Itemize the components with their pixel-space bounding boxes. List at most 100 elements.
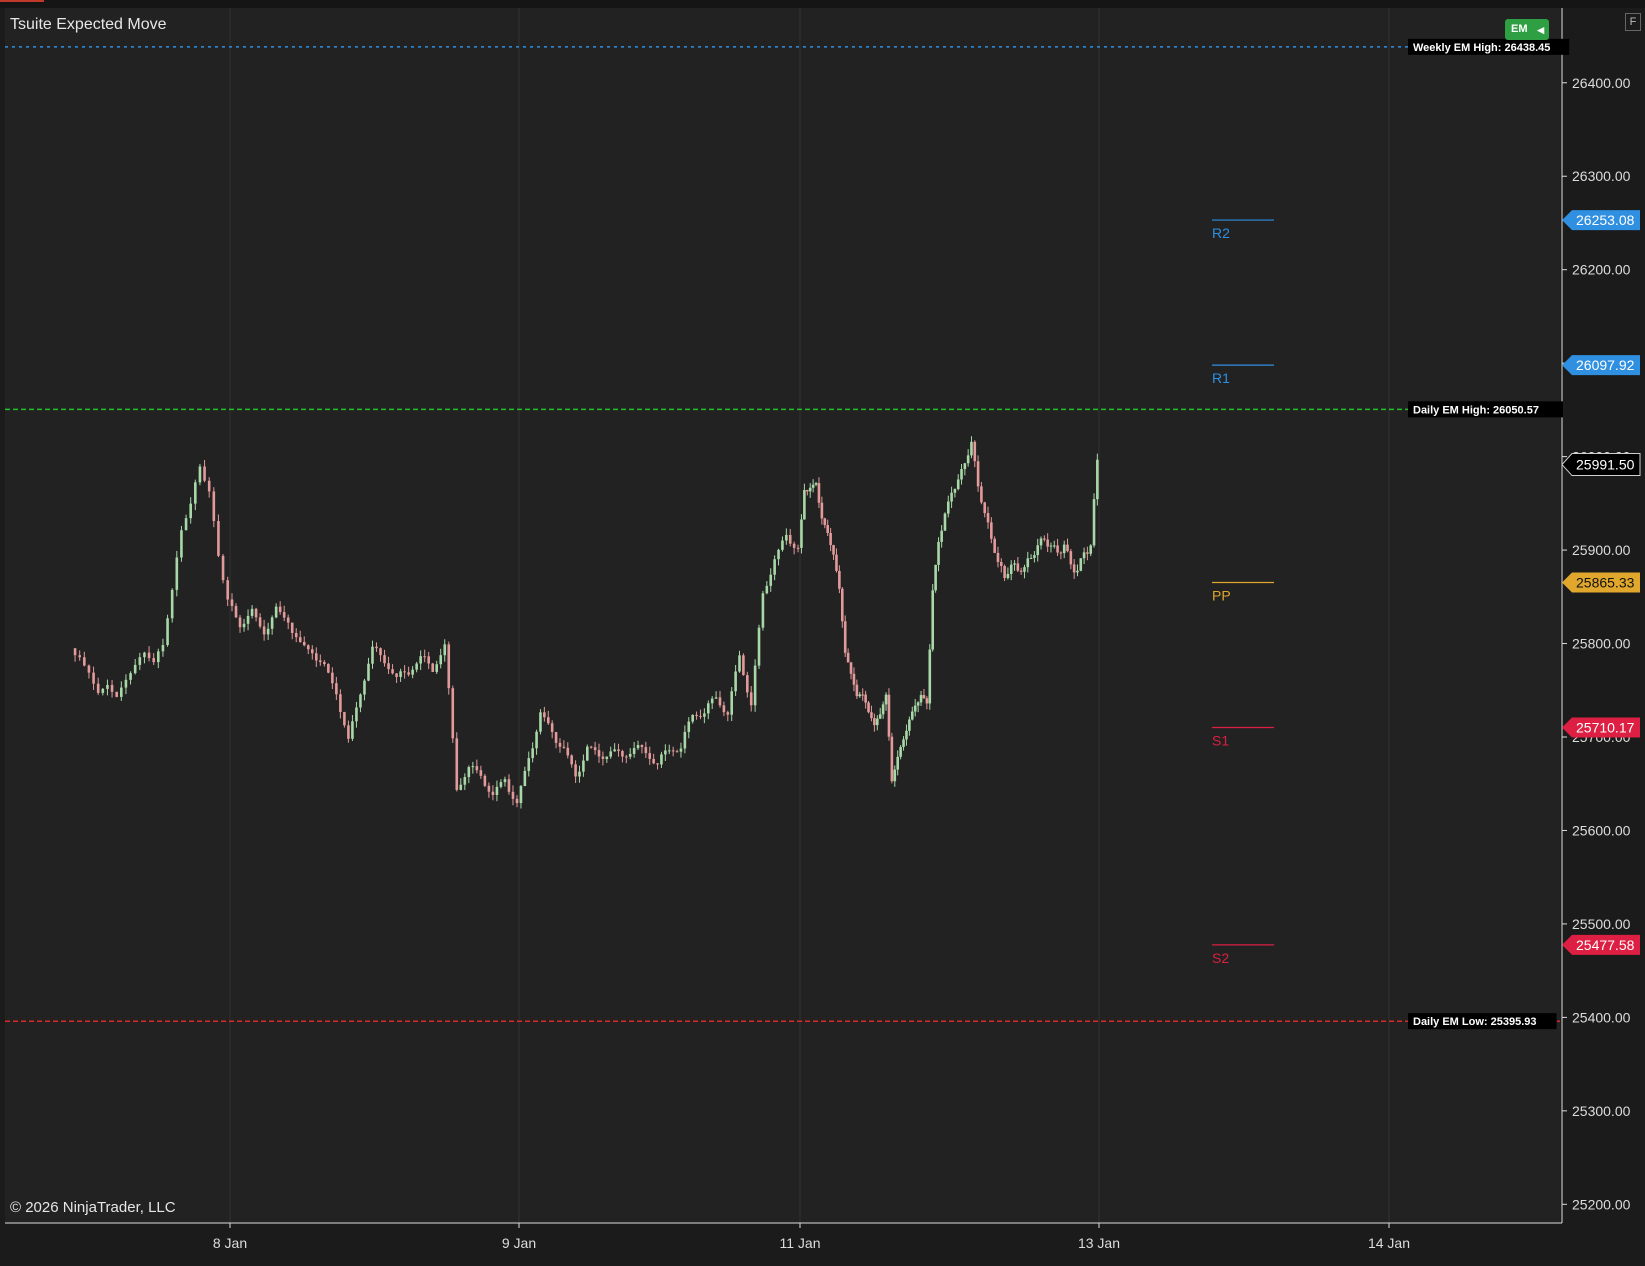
- pivot-price-tag-label: 26253.08: [1576, 212, 1635, 228]
- candle-body: [734, 671, 737, 692]
- candle-body: [250, 608, 254, 616]
- candle-body: [314, 653, 318, 661]
- y-tick-label: 25400.00: [1572, 1009, 1631, 1025]
- candle-body: [1023, 567, 1026, 572]
- candle-body: [562, 746, 566, 748]
- candle-body: [667, 750, 671, 752]
- candle-body: [986, 513, 990, 523]
- candle-body: [124, 679, 128, 688]
- candle-body: [1072, 564, 1076, 573]
- candle-body: [363, 680, 366, 695]
- candle-body: [805, 490, 809, 492]
- candle-body: [908, 719, 911, 731]
- panel-menu-button[interactable]: F: [1625, 13, 1641, 31]
- candle-body: [73, 648, 77, 656]
- candle-body: [92, 672, 95, 684]
- candle-body: [511, 791, 515, 799]
- candle-body: [706, 703, 710, 714]
- candle-body: [855, 684, 859, 697]
- candle-body: [753, 665, 757, 706]
- candle-body: [916, 702, 920, 706]
- candle-body: [415, 663, 418, 670]
- candle-body: [539, 712, 542, 732]
- candle-body: [1026, 558, 1030, 568]
- candle-body: [896, 756, 900, 770]
- candle-body: [1082, 552, 1086, 559]
- candle-body: [589, 746, 593, 748]
- candle-body: [234, 606, 238, 618]
- candle-body: [335, 683, 338, 695]
- candle-body: [881, 704, 885, 715]
- candle-body: [527, 758, 531, 771]
- candle-body: [230, 599, 234, 607]
- candle-body: [1086, 552, 1089, 554]
- candle-body: [852, 673, 856, 685]
- candle-body: [266, 628, 270, 635]
- candle-body: [323, 662, 326, 665]
- candle-body: [769, 574, 773, 586]
- candle-body: [407, 672, 410, 675]
- candle-body: [585, 746, 589, 761]
- candle-body: [864, 694, 867, 703]
- candle-body: [656, 763, 659, 765]
- candle-body: [319, 660, 322, 663]
- candle-body: [613, 749, 616, 752]
- candle-body: [262, 626, 266, 635]
- candle-body: [475, 766, 479, 771]
- candle-body: [519, 786, 523, 804]
- candle-body: [1003, 565, 1006, 579]
- candle-body: [463, 777, 467, 785]
- candle-body: [925, 698, 929, 704]
- candle-body: [966, 455, 970, 464]
- candle-body: [379, 648, 382, 656]
- candle-body: [960, 469, 963, 480]
- candle-body: [339, 694, 342, 713]
- top-bar-accent: [0, 0, 44, 2]
- y-tick-label: 25900.00: [1572, 542, 1631, 558]
- candle-body: [147, 652, 151, 659]
- candle-body: [495, 786, 499, 795]
- em-level-label: Daily EM Low: 25395.93: [1413, 1016, 1537, 1028]
- candle-body: [710, 698, 714, 704]
- candle-body: [138, 657, 142, 665]
- candle-body: [781, 540, 784, 550]
- candle-body: [718, 697, 722, 706]
- candle-body: [1062, 544, 1066, 554]
- candle-body: [359, 694, 362, 708]
- candle-body: [110, 684, 114, 692]
- candle-body: [893, 769, 897, 782]
- candle-body: [282, 612, 286, 618]
- candle-body: [593, 747, 597, 751]
- candle-body: [419, 656, 422, 664]
- candle-body: [327, 664, 330, 673]
- candle-body: [161, 645, 165, 652]
- pivot-label: S1: [1212, 732, 1229, 748]
- candle-body: [811, 484, 815, 488]
- candle-body: [1046, 539, 1049, 547]
- candle-body: [543, 712, 546, 718]
- em-level-label: Daily EM High: 26050.57: [1413, 404, 1539, 416]
- candle-body: [597, 750, 601, 757]
- pivot-label: S2: [1212, 950, 1229, 966]
- candle-body: [648, 753, 652, 759]
- candle-body: [198, 466, 202, 483]
- candle-body: [1009, 564, 1013, 574]
- x-tick-label: 8 Jan: [213, 1235, 247, 1251]
- em-toggle-button[interactable]: EM ◂: [1505, 19, 1549, 40]
- candle-body: [1006, 573, 1010, 579]
- candle-body: [761, 593, 765, 628]
- candle-body: [570, 755, 573, 765]
- candle-body: [566, 747, 570, 756]
- candle-body: [843, 621, 847, 653]
- candle-body: [399, 671, 402, 677]
- em-level-label: Weekly EM High: 26438.45: [1413, 42, 1550, 54]
- candle-body: [180, 530, 183, 558]
- price-chart[interactable]: 25200.00 25300.00 25400.00 25500.00 25600.00…: [0, 0, 1645, 1266]
- candle-body: [546, 717, 550, 724]
- candle-body: [937, 541, 940, 565]
- candle-body: [675, 751, 679, 753]
- candle-body: [101, 688, 105, 693]
- candle-body: [467, 767, 471, 778]
- candle-body: [1019, 570, 1023, 572]
- candle-body: [785, 534, 788, 541]
